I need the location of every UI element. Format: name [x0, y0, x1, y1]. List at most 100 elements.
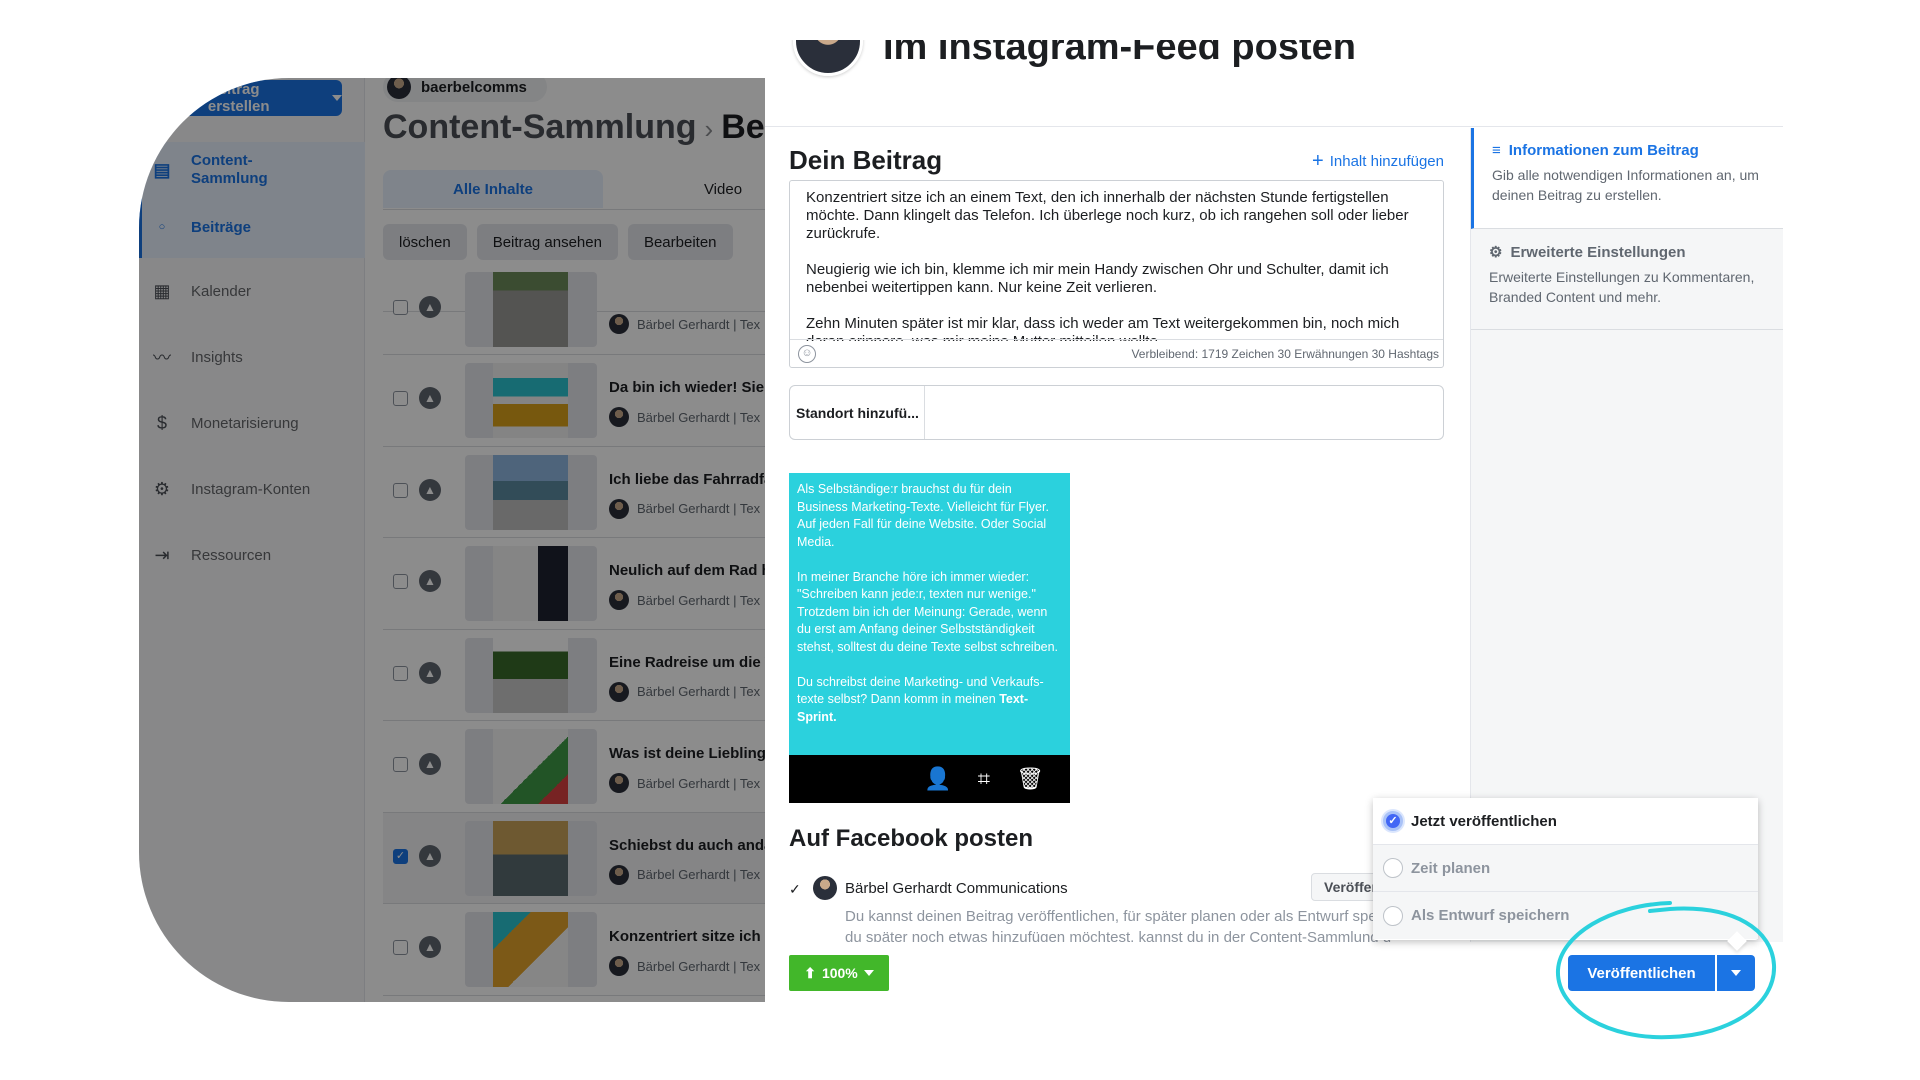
table-row[interactable]: ✓ ▲ Schiebst du auch anda Bärbel Gerhardt |…	[383, 812, 765, 904]
edit-icon	[184, 90, 200, 106]
add-content-label: Inhalt hinzufügen	[1329, 153, 1444, 170]
post-title[interactable]: Konzentriert sitze ich	[609, 928, 761, 945]
trash-icon[interactable]: 🗑	[1016, 766, 1044, 792]
radio-checked-icon[interactable]: ✓	[1383, 811, 1403, 831]
post-title[interactable]: Schiebst du auch anda	[609, 837, 765, 854]
sidebar-item-monetization[interactable]: $ Monetarisierung	[151, 412, 299, 434]
row-checkbox[interactable]	[393, 665, 408, 681]
table-row[interactable]: ▲ Da bin ich wieder! Sieb Bärbel Gerhardt …	[383, 355, 765, 447]
sidebar-item-label: Monetarisierung	[191, 414, 299, 432]
table-row[interactable]: ▲ Was ist deine Lieblings Bärbel Gerhardt …	[383, 721, 765, 813]
post-thumbnail	[465, 637, 597, 713]
avatar	[609, 681, 629, 702]
sidebar-item-label: Instagram-Konten	[191, 480, 311, 498]
post-title[interactable]: Eine Radreise um die W	[609, 654, 765, 671]
radio-icon[interactable]	[1383, 858, 1403, 878]
content-library-icon: ▤	[153, 159, 171, 180]
post-title[interactable]: Da bin ich wieder! Sieb	[609, 379, 765, 396]
sidebar: Beitrag erstellen ▤ Content-Sammlung ○ B…	[139, 78, 365, 1002]
publish-option-draft[interactable]: Als Entwurf speichern	[1373, 892, 1758, 939]
dot-icon: ○	[158, 221, 166, 233]
account-name: baerbelcomms	[421, 78, 527, 96]
row-checkbox[interactable]	[393, 940, 408, 955]
create-post-button[interactable]: Beitrag erstellen	[170, 80, 342, 116]
sidebar-item-content-library[interactable]: ▤ Content-Sammlung	[151, 152, 281, 188]
row-checkbox[interactable]	[393, 757, 408, 772]
post-author: Bärbel Gerhardt | Tex	[609, 314, 760, 334]
creator-studio-background: Beitrag erstellen ▤ Content-Sammlung ○ B…	[139, 78, 765, 1002]
tab-all-content[interactable]: Alle Inhalte	[383, 170, 603, 208]
media-preview: Als Selbständige:r brauchst du für dein …	[789, 473, 1070, 803]
sidebar-item-posts[interactable]: ○ Beiträge	[151, 216, 251, 238]
tab-video[interactable]: Video	[683, 170, 763, 208]
tag-people-icon[interactable]: 👤	[924, 766, 951, 792]
post-thumbnail	[465, 912, 597, 987]
avatar	[609, 773, 629, 793]
crop-icon[interactable]: ⌗	[978, 766, 990, 792]
row-checkbox[interactable]: ✓	[393, 848, 408, 864]
caption-text[interactable]: Konzentriert sitze ich an einem Text, de…	[806, 189, 1427, 341]
thumbnail-image	[493, 546, 568, 621]
row-checkbox[interactable]	[393, 391, 408, 406]
post-author: Bärbel Gerhardt | Tex	[609, 498, 760, 519]
media-image-text: Als Selbständige:r brauchst du für dein …	[797, 482, 1059, 706]
post-title[interactable]: Ich liebe das Fahrradfa	[609, 471, 765, 488]
facebook-description-line: Du kannst deinen Beitrag veröffentlichen…	[845, 908, 1396, 925]
upload-icon: ⬆	[804, 964, 816, 981]
table-row[interactable]: ▲ Ich liebe das Fahrradfa Bärbel Gerhardt …	[383, 447, 765, 538]
add-content-link[interactable]: + Inhalt hinzufügen	[1312, 151, 1444, 171]
facebook-page-checkbox[interactable]: ✓	[789, 881, 801, 898]
caption-field[interactable]: Konzentriert sitze ich an einem Text, de…	[789, 180, 1444, 368]
sidebar-item-resources[interactable]: ⇥ Ressourcen	[151, 544, 271, 566]
publish-button[interactable]: Veröffentlichen	[1568, 955, 1715, 991]
upload-progress-value: 100%	[821, 965, 858, 981]
table-row[interactable]: ▲ Konzentriert sitze ich Bärbel Gerhardt |…	[383, 904, 765, 996]
post-title[interactable]: Was ist deine Lieblings	[609, 745, 765, 762]
row-checkbox[interactable]	[393, 300, 408, 315]
location-field[interactable]: Standort hinzufü...	[789, 385, 1444, 440]
post-title[interactable]: Neulich auf dem Rad h	[609, 562, 765, 579]
upload-progress-button[interactable]: ⬆ 100%	[789, 955, 889, 991]
table-row[interactable]: ▲ Neulich auf dem Rad h Bärbel Gerhardt | …	[383, 538, 765, 630]
photo-icon: ▲	[419, 478, 441, 501]
post-author-name: Bärbel Gerhardt | Tex	[637, 592, 761, 608]
sidebar-item-instagram-accounts[interactable]: ⚙ Instagram-Konten	[151, 478, 310, 500]
create-post-label: Beitrag erstellen	[207, 81, 270, 115]
view-post-button[interactable]: Beitrag ansehen	[476, 224, 618, 260]
page-title[interactable]: Content-Sammlung	[383, 108, 697, 146]
publish-options-toggle[interactable]	[1717, 955, 1755, 991]
photo-icon: ▲	[419, 753, 441, 775]
edit-button[interactable]: Bearbeiten	[627, 224, 733, 260]
row-checkbox[interactable]	[393, 574, 408, 589]
step-title: Erweiterte Einstellungen	[1510, 243, 1686, 261]
avatar	[609, 864, 629, 885]
photo-icon: ▲	[419, 387, 441, 409]
publish-option-schedule[interactable]: Zeit planen	[1373, 845, 1758, 892]
post-author: Bärbel Gerhardt | Tex	[609, 407, 760, 427]
emoji-icon[interactable]: ☺	[798, 345, 816, 363]
table-row[interactable]: ▲ Bärbel Gerhardt | Tex	[383, 272, 765, 355]
post-author-name: Bärbel Gerhardt | Tex	[637, 775, 761, 791]
publish-option-now[interactable]: ✓ Jetzt veröffentlichen	[1373, 798, 1758, 845]
radio-icon[interactable]	[1383, 905, 1403, 926]
row-checkbox[interactable]	[393, 482, 408, 498]
step-post-info[interactable]: ≡ Informationen zum Beitrag Gib alle notw…	[1471, 128, 1783, 229]
thumbnail-image	[493, 912, 568, 987]
publish-options-menu: ✓ Jetzt veröffentlichen Zeit planen Als …	[1373, 798, 1758, 951]
document-icon: ≡	[1492, 142, 1501, 159]
thumbnail-image	[493, 820, 568, 896]
sidebar-item-insights[interactable]: 〰 Insights	[151, 346, 243, 368]
gear-icon: ⚙	[1489, 244, 1503, 261]
sidebar-item-label: Insights	[191, 348, 243, 366]
table-row[interactable]: ▲ Eine Radreise um die W Bärbel Gerhardt |…	[383, 630, 765, 721]
photo-icon: ▲	[419, 936, 441, 958]
composer-form: Dein Beitrag + Inhalt hinzufügen Konzent…	[765, 40, 1470, 1002]
post-thumbnail	[465, 272, 597, 347]
post-author-name: Bärbel Gerhardt | Tex	[637, 958, 761, 974]
photo-icon: ▲	[419, 570, 441, 592]
account-switcher[interactable]: baerbelcomms	[383, 78, 547, 102]
post-thumbnail	[465, 454, 597, 530]
delete-button[interactable]: löschen	[383, 224, 467, 260]
step-advanced-settings[interactable]: ⚙ Erweiterte Einstellungen Erweiterte Ein…	[1471, 229, 1783, 330]
sidebar-item-calendar[interactable]: ▦ Kalender	[151, 280, 251, 302]
